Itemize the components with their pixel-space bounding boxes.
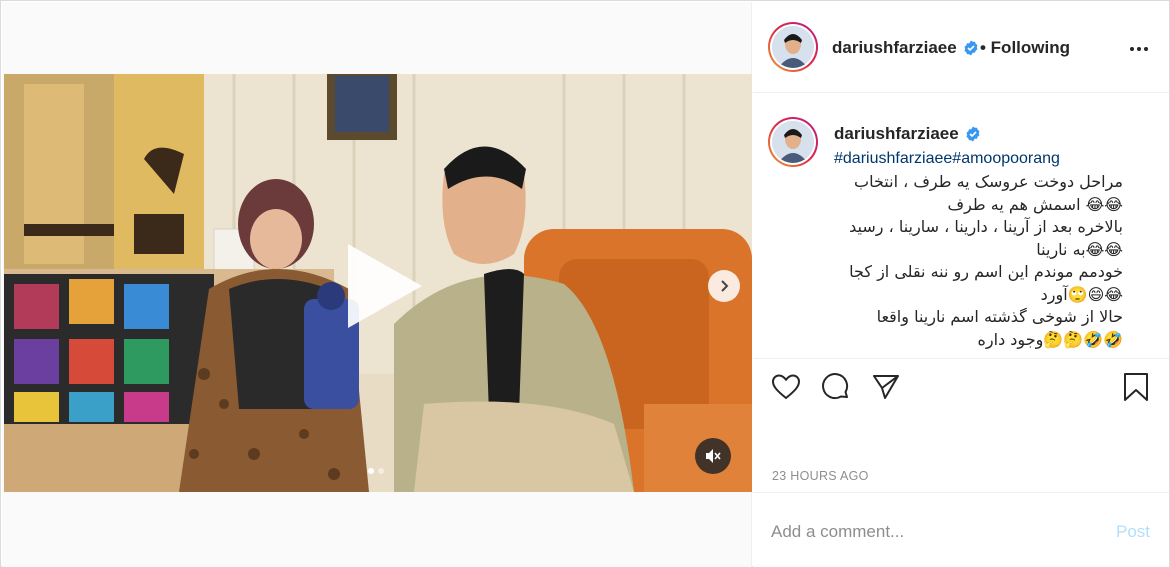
- verified-badge-icon: [964, 40, 978, 56]
- caption-line: مراحل دوخت عروسک یه طرف ، انتخاب: [854, 172, 1123, 191]
- play-icon: [348, 244, 422, 328]
- post-comment-button[interactable]: Post: [1116, 522, 1150, 542]
- caption-line: حالا از شوخی گذشته اسم نارینا واقعا: [876, 307, 1123, 326]
- caption-line: 😂😂 اسمش هم یه طرف: [947, 194, 1124, 214]
- comment-icon[interactable]: [821, 372, 851, 402]
- post-actions: 23 HOURS AGO: [753, 358, 1169, 483]
- caption-line: خودمم موندم این اسم رو ننه نقلی از کجا: [849, 262, 1123, 281]
- verified-badge-icon: [966, 126, 980, 142]
- carousel-dot-active: [368, 468, 374, 474]
- post-timestamp[interactable]: 23 HOURS AGO: [772, 469, 869, 483]
- author-username[interactable]: dariushfarziaee: [832, 38, 957, 58]
- mute-toggle-button[interactable]: [695, 438, 731, 474]
- play-button[interactable]: [336, 240, 428, 332]
- carousel-next-button[interactable]: [708, 270, 740, 302]
- caption-line: 😂😄🙄آورد: [1040, 284, 1123, 304]
- avatar-image: [772, 26, 814, 68]
- post-header: dariushfarziaee • Following: [753, 2, 1169, 93]
- caption-line: 🤣🤣🤔🤔وجود داره: [977, 329, 1123, 349]
- carousel-indicator: [368, 468, 384, 474]
- caption-line: 😂😂به نارینا: [1036, 239, 1123, 259]
- comment-input[interactable]: [771, 518, 1091, 546]
- post-caption: dariushfarziaee #dariushfarziaee#amoopoo…: [753, 94, 1169, 358]
- caption-username[interactable]: dariushfarziaee: [834, 124, 959, 144]
- avatar-image: [772, 121, 814, 163]
- carousel-dot: [378, 468, 384, 474]
- comment-bar: Post: [753, 492, 1169, 567]
- caption-hashtags[interactable]: #dariushfarziaee#amoopoorang: [834, 150, 1060, 168]
- following-status[interactable]: • Following: [980, 38, 1070, 58]
- author-avatar[interactable]: [768, 22, 818, 72]
- caption-author-avatar[interactable]: [768, 117, 818, 167]
- caption-line: بالاخره بعد از آرینا ، دارینا ، سارینا ،…: [849, 217, 1123, 236]
- muted-speaker-icon: [706, 449, 721, 463]
- post-side-panel: dariushfarziaee • Following dariushfarzi…: [753, 2, 1169, 567]
- bookmark-icon[interactable]: [1121, 372, 1151, 402]
- instagram-post-window: dariushfarziaee • Following dariushfarzi…: [0, 0, 1170, 567]
- more-options-icon[interactable]: [1127, 37, 1151, 61]
- heart-icon[interactable]: [771, 372, 801, 402]
- share-icon[interactable]: [871, 372, 901, 402]
- chevron-right-icon: [721, 280, 729, 292]
- caption-text: مراحل دوخت عروسک یه طرف ، انتخاب 😂😂 اسمش…: [793, 171, 1123, 351]
- media-area: [2, 2, 752, 567]
